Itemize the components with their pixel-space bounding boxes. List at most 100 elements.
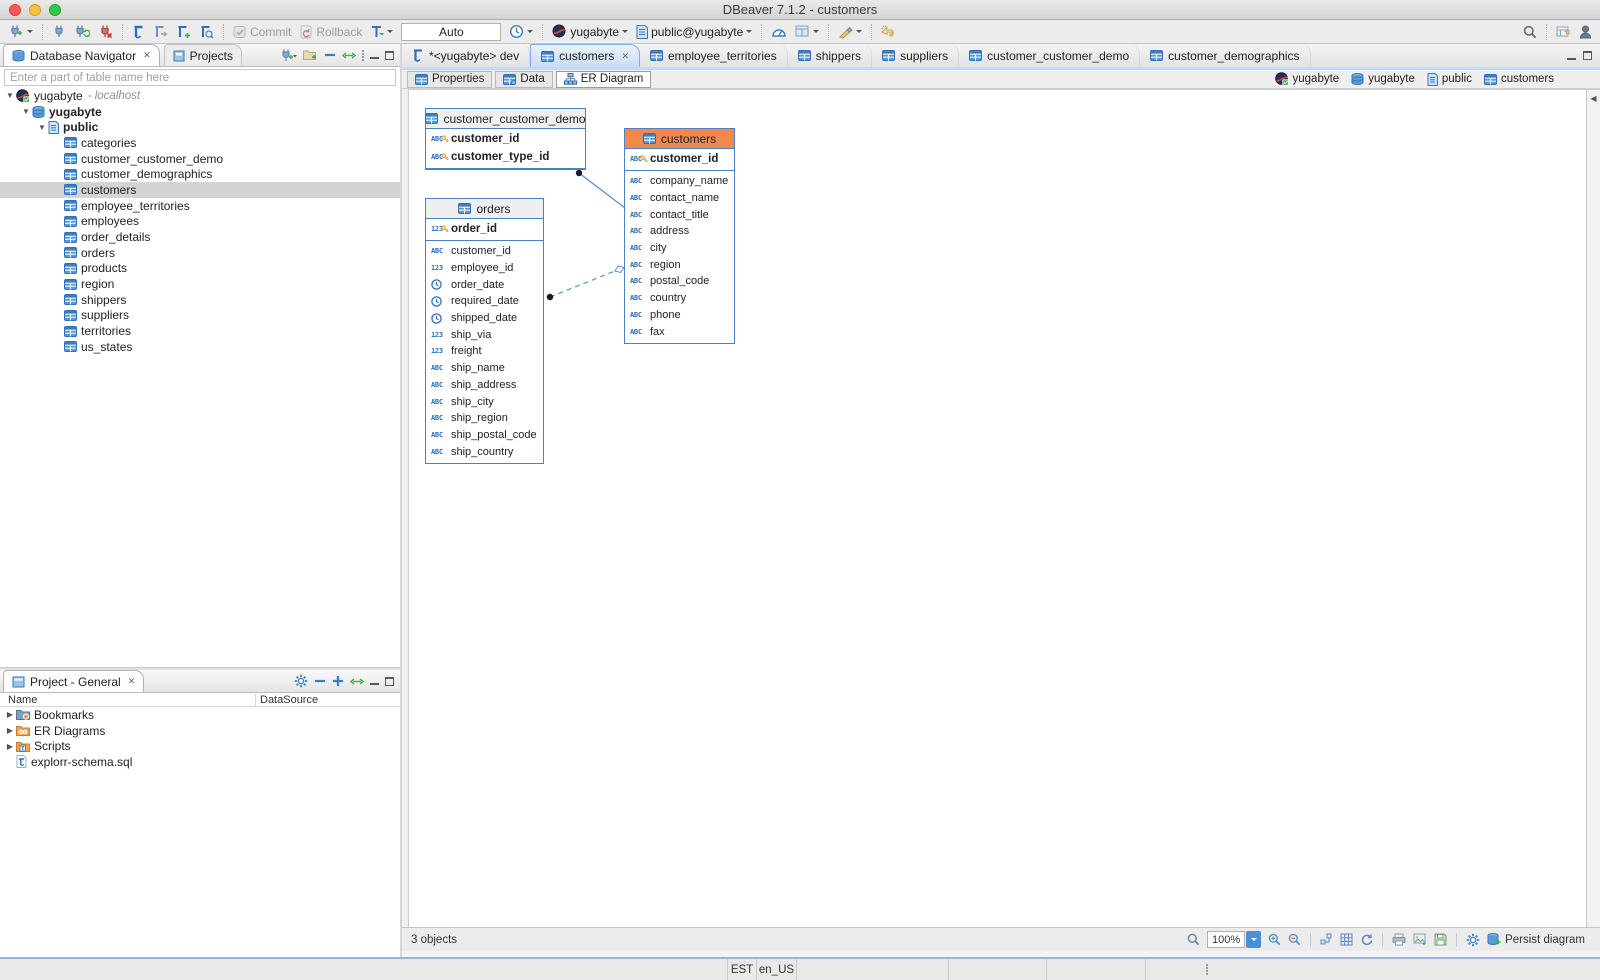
entity-column-region[interactable]: ABCregion xyxy=(625,256,734,273)
breadcrumb-item-yugabyte[interactable]: yugabyte xyxy=(1275,72,1340,86)
project-item-Scripts[interactable]: ▶Scripts xyxy=(0,738,400,754)
tab-projects[interactable]: Projects xyxy=(164,44,242,66)
editor-tab--yugabyte-dev[interactable]: *<yugabyte> dev xyxy=(402,44,530,67)
disclosure-triangle-icon[interactable]: ▼ xyxy=(4,91,16,100)
disclosure-triangle-icon[interactable]: ▶ xyxy=(4,742,16,751)
tree-item-customers[interactable]: customers xyxy=(0,182,400,198)
expand-palette-icon[interactable]: ◀ xyxy=(1587,90,1600,106)
disclosure-triangle-icon[interactable]: ▶ xyxy=(4,710,16,719)
editor-tab-suppliers[interactable]: suppliers xyxy=(872,44,959,67)
diagram-settings-icon[interactable] xyxy=(1466,933,1480,947)
collapse-icon[interactable] xyxy=(314,676,326,686)
zoom-out-icon[interactable] xyxy=(1288,933,1301,946)
maximize-view-icon[interactable] xyxy=(385,51,394,60)
project-item-Bookmarks[interactable]: ▶Bookmarks xyxy=(0,707,400,723)
window-layout-button[interactable] xyxy=(792,22,822,42)
er-diagram-canvas[interactable]: ◀ customer_customer_demoABCcustomer_idAB… xyxy=(408,89,1600,927)
tree-item-public[interactable]: ▼public xyxy=(0,119,400,135)
transaction-mode-button[interactable] xyxy=(367,22,396,42)
tree-item-employees[interactable]: employees xyxy=(0,214,400,230)
schema-selector[interactable]: public@yugabyte xyxy=(633,22,755,42)
project-item-explorr-schema.sql[interactable]: explorr-schema.sql xyxy=(0,754,400,770)
entity-column-contact_title[interactable]: ABCcontact_title xyxy=(625,206,734,223)
close-icon[interactable]: ✕ xyxy=(128,676,136,687)
entity-column-city[interactable]: ABCcity xyxy=(625,240,734,257)
subtab-data[interactable]: Data xyxy=(495,71,552,88)
entity-orders[interactable]: orders123order_idABCcustomer_id123employ… xyxy=(425,198,544,464)
nav-new-folder-icon[interactable] xyxy=(303,49,318,61)
settings-gear-icon[interactable] xyxy=(294,674,308,688)
commit-button[interactable]: Commit xyxy=(230,22,294,42)
entity-column-required_date[interactable]: required_date xyxy=(426,293,543,310)
open-sql-script-button[interactable] xyxy=(196,22,217,42)
close-icon[interactable]: ✕ xyxy=(143,50,151,61)
entity-column-shipped_date[interactable]: shipped_date xyxy=(426,310,543,327)
connection-selector[interactable]: yugabyte xyxy=(549,22,631,42)
transaction-mode-combo[interactable]: Auto xyxy=(401,23,501,41)
breadcrumb-item-yugabyte[interactable]: yugabyte xyxy=(1351,73,1415,85)
entity-column-address[interactable]: ABCaddress xyxy=(625,223,734,240)
entity-column-employee_id[interactable]: 123employee_id xyxy=(426,260,543,277)
link-editor-icon[interactable] xyxy=(342,50,356,61)
editor-tab-shippers[interactable]: shippers xyxy=(788,44,872,67)
tree-item-products[interactable]: products xyxy=(0,261,400,277)
minimize-view-icon[interactable] xyxy=(1567,52,1576,60)
entity-column-freight[interactable]: 123freight xyxy=(426,343,543,360)
zoom-in-icon[interactable] xyxy=(1268,933,1281,946)
search-button[interactable] xyxy=(1520,22,1540,42)
tree-item-customer_customer_demo[interactable]: customer_customer_demo xyxy=(0,151,400,167)
auto-layout-icon[interactable] xyxy=(1320,933,1333,946)
sql-editor-button[interactable] xyxy=(129,22,148,42)
entity-column-order_id[interactable]: 123order_id xyxy=(426,220,543,238)
recent-sql-editor-button[interactable] xyxy=(150,22,171,42)
entity-column-ship_postal_code[interactable]: ABCship_postal_code xyxy=(426,427,543,444)
tab-database-navigator[interactable]: Database Navigator ✕ xyxy=(3,44,160,66)
tree-item-yugabyte[interactable]: ▼yugabyte xyxy=(0,104,400,120)
rollback-button[interactable]: Rollback xyxy=(296,22,365,42)
entity-column-ship_name[interactable]: ABCship_name xyxy=(426,360,543,377)
breadcrumb-item-public[interactable]: public xyxy=(1427,73,1472,86)
nav-new-connection-icon[interactable] xyxy=(280,49,297,62)
new-sql-editor-button[interactable] xyxy=(173,22,194,42)
editor-tab-employee_territories[interactable]: employee_territories xyxy=(640,44,788,67)
editor-tab-customer_demographics[interactable]: customer_demographics xyxy=(1140,44,1310,67)
maximize-view-icon[interactable] xyxy=(385,677,394,686)
column-datasource[interactable]: DataSource xyxy=(255,694,400,706)
tree-item-categories[interactable]: categories xyxy=(0,135,400,151)
editor-tab-customers[interactable]: customers✕ xyxy=(530,44,640,67)
tree-item-region[interactable]: region xyxy=(0,276,400,292)
maximize-view-icon[interactable] xyxy=(1583,51,1592,60)
entity-column-ship_city[interactable]: ABCship_city xyxy=(426,393,543,410)
entity-column-company_name[interactable]: ABCcompany_name xyxy=(625,173,734,190)
zoom-dropdown-icon[interactable] xyxy=(1246,931,1261,948)
tree-item-yugabyte[interactable]: ▼yugabyte- localhost xyxy=(0,88,400,104)
tree-item-us_states[interactable]: us_states xyxy=(0,339,400,355)
column-name[interactable]: Name xyxy=(0,694,255,706)
entity-column-order_date[interactable]: order_date xyxy=(426,276,543,293)
print-icon[interactable] xyxy=(1392,933,1406,946)
disclosure-triangle-icon[interactable]: ▼ xyxy=(36,123,48,132)
new-connection-button[interactable] xyxy=(5,22,36,42)
tab-project-general[interactable]: Project - General ✕ xyxy=(3,670,144,692)
entity-column-ship_via[interactable]: 123ship_via xyxy=(426,326,543,343)
table-filter-input[interactable] xyxy=(4,69,396,86)
entity-header-customer_customer_demo[interactable]: customer_customer_demo xyxy=(426,109,585,129)
diagram-search-icon[interactable] xyxy=(1187,933,1200,946)
save-icon[interactable] xyxy=(1434,933,1447,946)
persist-diagram-button[interactable]: Persist diagram xyxy=(1487,933,1585,946)
entity-column-contact_name[interactable]: ABCcontact_name xyxy=(625,190,734,207)
reset-ui-button[interactable] xyxy=(878,22,900,42)
disclosure-triangle-icon[interactable]: ▶ xyxy=(4,726,16,735)
brush-button[interactable] xyxy=(835,22,865,42)
entity-column-country[interactable]: ABCcountry xyxy=(625,290,734,307)
user-profile-button[interactable] xyxy=(1576,22,1595,42)
link-editor-icon[interactable] xyxy=(350,676,364,687)
subtab-er-diagram[interactable]: ER Diagram xyxy=(556,71,652,88)
view-menu-icon[interactable] xyxy=(362,50,364,61)
minimize-view-icon[interactable] xyxy=(370,677,379,685)
entity-header-customers[interactable]: customers xyxy=(625,129,734,149)
toggle-grid-icon[interactable] xyxy=(1340,933,1353,946)
minimize-view-icon[interactable] xyxy=(370,51,379,59)
breadcrumb-item-customers[interactable]: customers xyxy=(1484,73,1554,85)
entity-customers[interactable]: customersABCcustomer_idABCcompany_nameAB… xyxy=(624,128,735,344)
